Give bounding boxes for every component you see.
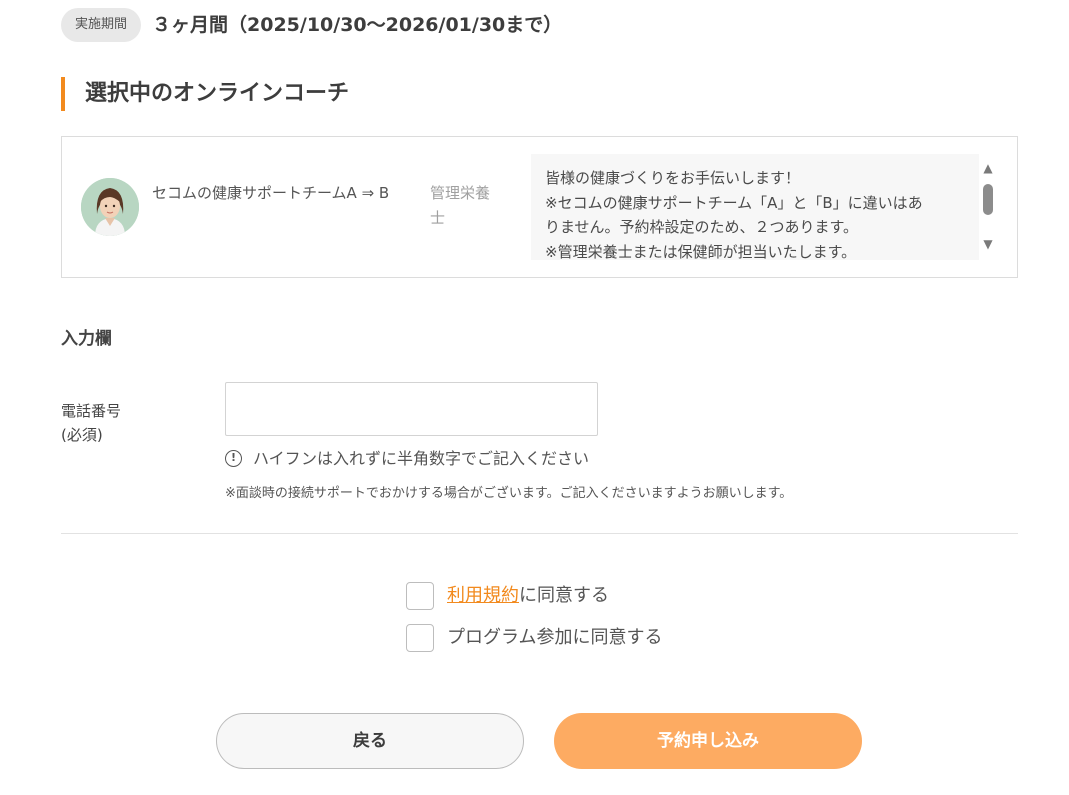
exclamation-circle-icon: ! (225, 450, 242, 467)
program-checkbox[interactable] (406, 624, 434, 652)
scrollbar-thumb[interactable] (983, 184, 993, 215)
description-line: ※セコムの健康サポートチーム「A」と「B」に違いはあ (545, 193, 923, 212)
phone-label-text: 電話番号 (61, 402, 122, 420)
terms-link[interactable]: 利用規約 (447, 585, 519, 606)
submit-reservation-button[interactable]: 予約申し込み (554, 713, 862, 769)
phone-note: ※面談時の接続サポートでおかけする場合がございます。ご記入くださいますようお願い… (225, 486, 793, 501)
terms-checkbox[interactable] (406, 582, 434, 610)
terms-agreement-label: 利用規約に同意する (447, 583, 609, 609)
scroll-down-icon[interactable]: ▼ (980, 236, 996, 252)
divider (61, 533, 1018, 534)
terms-suffix: に同意する (519, 585, 609, 606)
coach-name: セコムの健康サポートチームA ⇒ B (152, 184, 390, 202)
back-button[interactable]: 戻る (216, 713, 524, 769)
program-agreement-label: プログラム参加に同意する (447, 627, 663, 648)
section-accent-bar (61, 77, 65, 111)
period-badge: 実施期間 (61, 8, 141, 42)
coach-description-box[interactable]: 皆様の健康づくりをお手伝いします！ ※セコムの健康サポートチーム「A」と「B」に… (531, 154, 979, 260)
section-title: 選択中のオンラインコーチ (85, 81, 350, 106)
phone-required-text: (必須) (61, 426, 103, 444)
coach-avatar-icon (81, 178, 139, 236)
description-line: ※管理栄養士または保健師が担当いたします。 (545, 242, 857, 261)
phone-input[interactable] (225, 382, 598, 436)
coach-role: 管理栄養士 (430, 184, 491, 227)
scroll-up-icon[interactable]: ▲ (980, 160, 996, 176)
description-line: 皆様の健康づくりをお手伝いします！ (545, 169, 801, 187)
description-line: りません。予約枠設定のため、２つあります。 (545, 218, 859, 236)
coach-description: 皆様の健康づくりをお手伝いします！ ※セコムの健康サポートチーム「A」と「B」に… (531, 154, 979, 260)
input-section-heading: 入力欄 (61, 329, 112, 349)
period-text: ３ヶ月間（2025/10/30～2026/01/30まで） (152, 14, 563, 36)
phone-label: 電話番号 (必須) (61, 399, 121, 447)
phone-hint: ハイフンは入れずに半角数字でご記入ください (253, 449, 590, 468)
